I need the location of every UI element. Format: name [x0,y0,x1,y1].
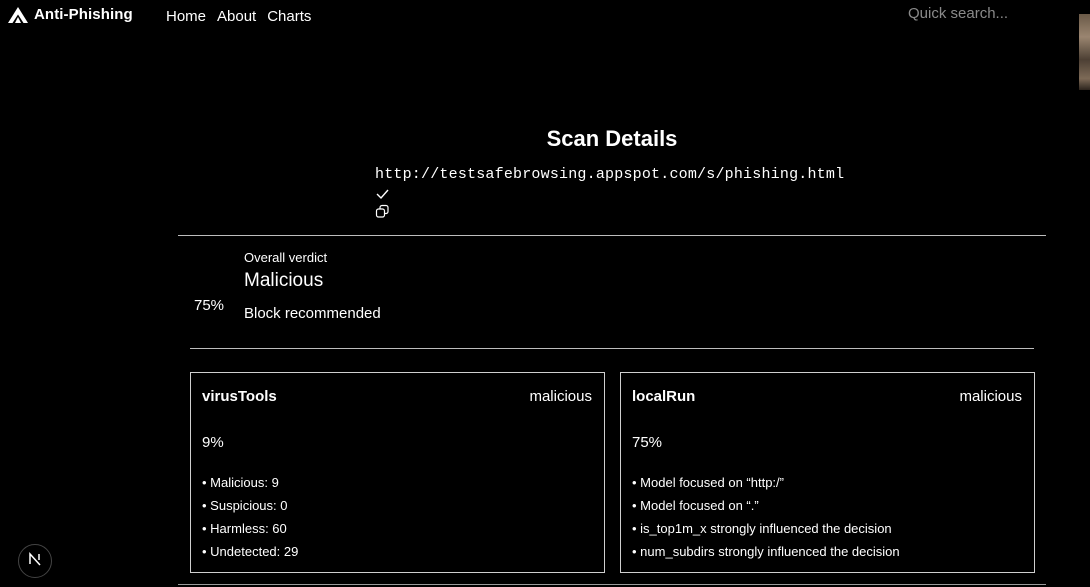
divider [190,348,1034,349]
brand-name: Anti-Phishing [34,6,133,23]
nextjs-n-icon [28,551,42,571]
quick-search-input[interactable] [908,3,1068,23]
page-title: Scan Details [546,126,678,151]
status-label: malicious [959,388,1022,405]
engine-card-virustools: virusTools malicious 9% Malicious: 9 Sus… [190,372,605,573]
nav-link-charts[interactable]: Charts [267,8,311,25]
logo-icon [8,6,28,23]
verdict-recommendation: Block recommended [244,305,381,322]
verdict-value: Malicious [244,270,324,291]
nextjs-dev-badge[interactable] [18,544,52,578]
list-item: Undetected: 29 [202,544,298,567]
status-label: malicious [529,388,592,405]
card-title: localRun [632,388,696,405]
overall-score: 75% [194,297,225,314]
divider [178,235,1046,236]
brand[interactable]: Anti-Phishing [8,6,133,23]
copy-icon[interactable] [375,204,390,218]
list-item: num_subdirs strongly influenced the deci… [632,544,899,567]
card-detail-list: Model focused on “http:/” Model focused … [632,475,900,567]
card-score: 9% [202,434,224,451]
top-navigation-bar: Anti-Phishing Home About Charts [0,0,1090,90]
url-actions [375,187,390,218]
list-item: Suspicious: 0 [202,498,298,521]
nav-link-home[interactable]: Home [166,8,206,25]
list-item: Malicious: 9 [202,475,298,498]
engine-card-localrun: localRun malicious 75% Model focused on … [620,372,1035,573]
list-item: Harmless: 60 [202,521,298,544]
list-item: Model focused on “.” [632,498,900,521]
card-title: virusTools [202,388,277,405]
divider [178,584,1046,585]
check-icon[interactable] [375,187,390,201]
list-item: Model focused on “http:/” [632,475,900,498]
scanned-url: http://testsafebrowsing.appspot.com/s/ph… [375,166,845,183]
list-item: is_top1m_x strongly influenced the decis… [632,521,900,544]
main-nav: Home About Charts [166,8,311,25]
verdict-label: Overall verdict [244,250,328,265]
card-score: 75% [632,434,663,451]
nav-link-about[interactable]: About [217,8,256,25]
background-image-edge [1079,14,1090,90]
card-detail-list: Malicious: 9 Suspicious: 0 Harmless: 60 … [202,475,298,567]
